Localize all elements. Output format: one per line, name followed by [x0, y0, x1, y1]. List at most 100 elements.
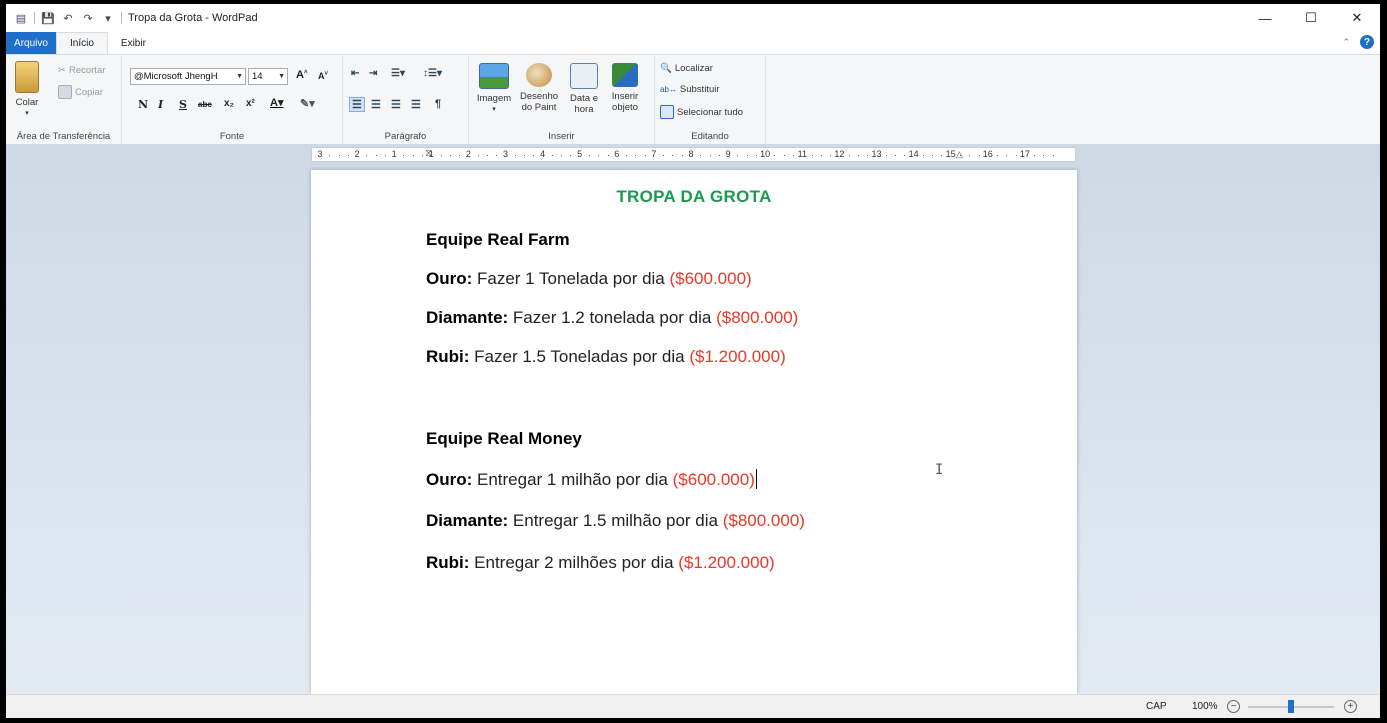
ruler-mark: 11 — [797, 149, 807, 159]
app-menu-icon[interactable]: ▤ — [14, 11, 28, 25]
caps-lock-indicator: CAP — [1146, 701, 1167, 712]
line-spacing-icon[interactable]: ↕☰▾ — [423, 68, 442, 79]
paragraph-settings-icon[interactable]: ¶ — [435, 98, 441, 110]
zoom-slider-thumb[interactable] — [1288, 700, 1294, 713]
close-button[interactable]: ✕ — [1334, 4, 1380, 32]
item-text: Fazer 1 Tonelada por dia — [472, 269, 670, 288]
zoom-out-icon[interactable]: − — [1227, 700, 1240, 713]
ruler-tick — [561, 155, 563, 156]
align-right-icon[interactable]: ☰ — [391, 98, 401, 111]
ruler-tick — [848, 155, 850, 156]
item-text: Entregar 1.5 milhão por dia — [508, 511, 723, 530]
insert-datetime-label-2: hora — [574, 104, 594, 115]
select-all-button[interactable]: Selecionar tudo — [660, 105, 743, 119]
highlight-color-icon[interactable]: ✎▾ — [300, 97, 315, 110]
redo-icon[interactable]: ↷ — [81, 11, 95, 25]
font-color-icon[interactable]: A▾ — [270, 96, 283, 109]
ruler-tick — [477, 155, 479, 156]
copy-label: Copiar — [75, 86, 103, 98]
find-button[interactable]: 🔍 Localizar — [660, 63, 713, 74]
ruler-tick — [329, 155, 331, 156]
insert-object-button[interactable]: Inserir objeto — [605, 63, 645, 113]
ruler-tick — [1034, 155, 1036, 156]
replace-button[interactable]: ab↔ Substituir — [660, 84, 720, 95]
grow-font-icon[interactable]: A˄ — [296, 69, 307, 81]
ruler-tick — [700, 155, 702, 156]
replace-icon: ab↔ — [660, 85, 677, 94]
save-icon[interactable]: 💾 — [41, 11, 55, 25]
strikethrough-button[interactable]: abc — [198, 100, 212, 109]
ruler-mark: 4 — [540, 149, 546, 159]
ribbon-right-controls: ⌃ ? — [1342, 35, 1374, 49]
title-bar: ▤ 💾 ↶ ↷ ▾ Tropa da Grota - WordPad — ☐ ✕ — [6, 4, 1380, 32]
list-item: Rubi: Entregar 2 milhões por dia ($1.200… — [426, 553, 775, 573]
decrease-indent-icon[interactable]: ⇤ — [351, 68, 359, 79]
collapse-ribbon-icon[interactable]: ⌃ — [1342, 37, 1350, 48]
tab-file[interactable]: Arquivo — [6, 32, 56, 54]
ruler-tick — [811, 155, 813, 156]
tab-view[interactable]: Exibir — [108, 32, 159, 54]
ruler-tick — [959, 155, 961, 156]
ruler-tick — [830, 155, 832, 156]
insert-paint-button[interactable]: Desenho do Paint — [515, 63, 563, 113]
bullets-icon[interactable]: ☰▾ — [391, 68, 405, 79]
paste-button[interactable]: Colar ▾ — [12, 61, 42, 119]
chevron-down-icon: ▼ — [278, 73, 285, 80]
ruler-tick — [997, 155, 999, 156]
ruler-tick — [978, 155, 980, 156]
window-title: Tropa da Grota - WordPad — [128, 12, 258, 24]
ruler-mark: 7 — [651, 149, 657, 159]
paste-dropdown-icon[interactable]: ▾ — [12, 108, 42, 119]
insert-datetime-button[interactable]: Data e hora — [565, 63, 603, 115]
ruler-tick — [1006, 155, 1008, 156]
ruler-mark: 6 — [614, 149, 620, 159]
ruler-tick — [774, 155, 776, 156]
ruler-tick — [486, 155, 488, 156]
insert-image-label: Imagem — [476, 93, 512, 104]
maximize-button[interactable]: ☐ — [1288, 4, 1334, 32]
font-family-select[interactable]: @Microsoft JhengH ▼ — [130, 68, 246, 85]
font-size-select[interactable]: 14 ▼ — [248, 68, 288, 85]
ruler-tick — [384, 155, 386, 156]
ruler-mark: 5 — [577, 149, 583, 159]
document-page[interactable]: TROPA DA GROTA Equipe Real Farm Ouro: Fa… — [311, 170, 1077, 694]
minimize-button[interactable]: — — [1242, 4, 1288, 32]
subscript-icon[interactable]: x₂ — [224, 98, 234, 109]
ruler-tick — [644, 155, 646, 156]
customize-qat-icon[interactable]: ▾ — [101, 11, 115, 25]
ruler-tick — [1043, 155, 1045, 156]
ruler-tick — [681, 155, 683, 156]
copy-button[interactable]: Copiar — [58, 85, 103, 99]
cut-button[interactable]: ✂ Recortar — [58, 65, 105, 76]
image-icon — [479, 63, 509, 89]
insert-image-button[interactable]: Imagem ▾ — [473, 63, 515, 115]
align-center-icon[interactable]: ☰ — [371, 98, 381, 111]
calendar-clock-icon — [570, 63, 598, 89]
binoculars-icon: 🔍 — [660, 63, 672, 74]
shrink-font-icon[interactable]: A˅ — [318, 71, 328, 81]
increase-indent-icon[interactable]: ⇥ — [369, 68, 377, 79]
italic-button[interactable]: I — [158, 98, 163, 111]
chevron-down-icon[interactable]: ▾ — [473, 104, 515, 115]
bold-button[interactable]: N — [138, 98, 148, 111]
justify-icon[interactable]: ☰ — [411, 98, 421, 111]
ruler-tick — [941, 155, 943, 156]
help-icon[interactable]: ? — [1360, 35, 1374, 49]
ruler-mark: 1 — [428, 149, 434, 159]
ruler-mark: 17 — [1019, 149, 1030, 159]
insert-group-label: Inserir — [548, 131, 575, 142]
ruler-tick — [895, 155, 897, 156]
zoom-in-icon[interactable]: + — [1344, 700, 1357, 713]
ruler-tick — [783, 155, 785, 156]
ruler[interactable]: ⧖ △ 3 2 1 1 2 3 4 5 6 7 8 9 10 11 12 13 14 15 16 17 — [311, 147, 1076, 162]
insert-object-label-2: objeto — [612, 102, 638, 113]
tab-home[interactable]: Início — [56, 32, 108, 54]
align-left-icon[interactable]: ☰ — [349, 97, 365, 112]
scissors-icon: ✂ — [58, 65, 66, 76]
superscript-icon[interactable]: x² — [246, 98, 255, 109]
ruler-tick — [533, 155, 535, 156]
underline-button[interactable]: S — [179, 98, 187, 111]
undo-icon[interactable]: ↶ — [61, 11, 75, 25]
ruler-tick — [663, 155, 665, 156]
font-group-label: Fonte — [219, 131, 245, 142]
